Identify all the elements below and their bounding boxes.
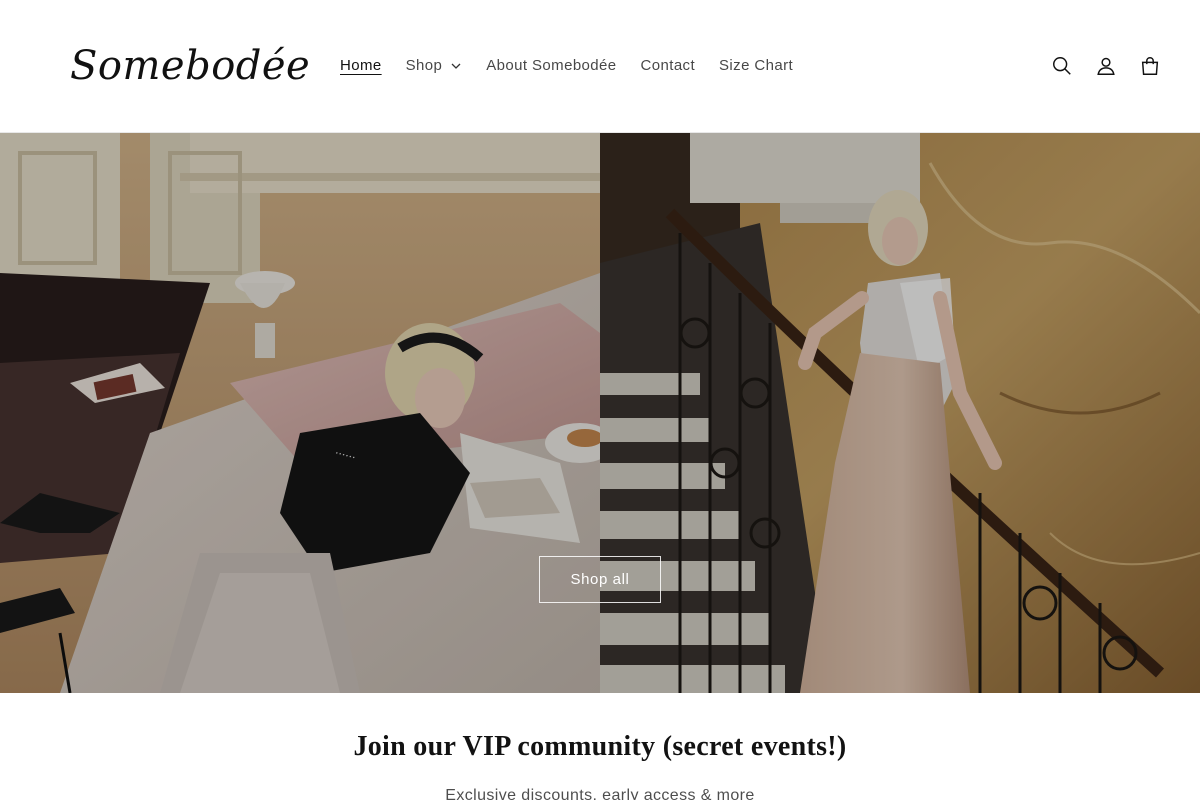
account-icon	[1097, 57, 1115, 75]
hero-image-left: ......	[0, 133, 600, 693]
brand-logo[interactable]: Somebodée	[70, 40, 310, 92]
header-icons	[1050, 48, 1162, 84]
site-header: Somebodée Home Shop About Somebodée Cont…	[0, 0, 1200, 133]
nav-size-chart-label: Size Chart	[719, 57, 794, 74]
shop-all-button[interactable]: Shop all	[539, 556, 661, 603]
account-button[interactable]	[1094, 48, 1118, 84]
nav-shop[interactable]: Shop	[394, 52, 475, 80]
main-nav: Home Shop About Somebodée Contact Size C…	[328, 52, 805, 80]
cart-icon	[1141, 57, 1159, 75]
newsletter-title: Join our VIP community (secret events!)	[353, 731, 847, 762]
hero-banner: ...... Shop all	[0, 133, 1200, 693]
chevron-down-icon	[451, 63, 461, 69]
hero-image-right	[600, 133, 1200, 693]
nav-size-chart[interactable]: Size Chart	[707, 52, 805, 80]
search-button[interactable]	[1050, 48, 1074, 84]
newsletter-subtitle: Exclusive discounts, early access & more	[445, 787, 755, 800]
bedroom-photo: ......	[0, 133, 600, 693]
newsletter-section: Join our VIP community (secret events!) …	[0, 693, 1200, 800]
nav-shop-label: Shop	[405, 57, 443, 74]
nav-about-label: About Somebodée	[486, 57, 617, 74]
nav-contact-label: Contact	[640, 57, 696, 74]
search-icon	[1053, 57, 1071, 75]
staircase-photo	[600, 133, 1200, 693]
nav-home-label: Home	[340, 57, 382, 74]
nav-home[interactable]: Home	[328, 52, 394, 80]
nav-about[interactable]: About Somebodée	[474, 52, 628, 80]
cart-button[interactable]	[1138, 48, 1162, 84]
nav-contact[interactable]: Contact	[629, 52, 708, 80]
